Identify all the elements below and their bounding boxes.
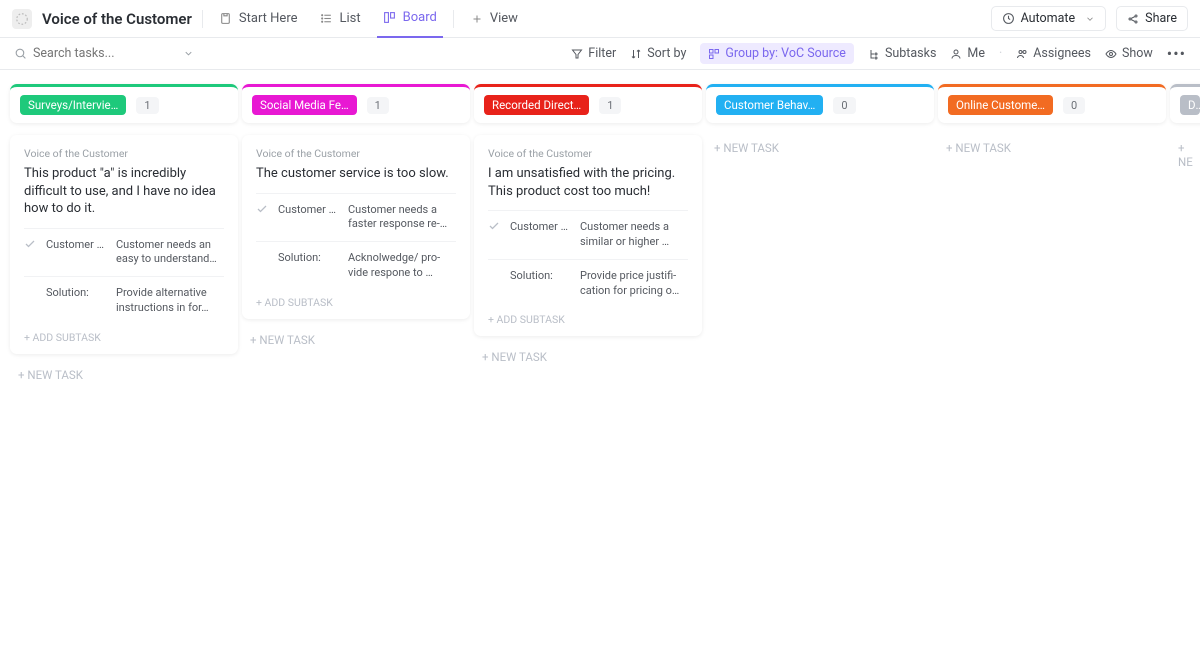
divider (202, 10, 203, 28)
column-count: 0 (1063, 97, 1085, 114)
subtask-value: Provide price justifi-cation for pricing… (580, 269, 688, 299)
subtask-label: Solution: (510, 269, 572, 282)
subtask-value: Customer needs an easy to understand… (116, 238, 224, 268)
subtask-row[interactable]: Solution: Provide alternative instruction… (24, 276, 224, 325)
card-breadcrumb: Voice of the Customer (488, 147, 688, 160)
new-task-button[interactable]: + NE (1170, 123, 1200, 183)
check-icon[interactable] (24, 238, 38, 250)
add-subtask-button[interactable]: + ADD SUBTASK (24, 325, 224, 348)
subtask-label: Customer … (278, 203, 340, 216)
share-label: Share (1145, 11, 1177, 26)
tab-label: Board (403, 10, 437, 25)
divider (453, 10, 454, 28)
check-icon[interactable] (256, 203, 270, 215)
filter-button[interactable]: Filter (571, 46, 616, 61)
subtask-value: Provide alternative instructions in for… (116, 286, 224, 316)
subtask-row[interactable]: Customer … Customer needs a similar or hi… (488, 210, 688, 259)
assignees-button[interactable]: Assignees (1016, 46, 1091, 61)
check-icon[interactable] (488, 220, 502, 232)
card-title: I am unsatisfied with the pricing. This … (488, 165, 688, 200)
column-status-tag[interactable]: Recorded Direct… (484, 95, 589, 115)
column-status-tag[interactable]: Online Custome… (948, 95, 1053, 115)
new-task-button[interactable]: + NEW TASK (938, 123, 1166, 169)
task-card[interactable]: Voice of the Customer The customer servic… (242, 135, 470, 319)
board-icon (383, 11, 397, 25)
tab-start-here[interactable]: Start Here (213, 0, 304, 38)
filter-icon (571, 48, 583, 60)
subtask-row[interactable]: Solution: Acknolwedge/ pro-vide respone t… (256, 241, 456, 290)
column-header[interactable]: Dir (1170, 84, 1200, 123)
user-icon (950, 48, 962, 60)
automate-button[interactable]: Automate (991, 6, 1107, 31)
subtasks-button[interactable]: Subtasks (868, 46, 936, 61)
group-by-button[interactable]: Group by: VoC Source (700, 43, 854, 64)
subtask-value: Customer needs a similar or higher … (580, 220, 688, 250)
column-header[interactable]: Recorded Direct… 1 (474, 84, 702, 123)
plus-icon (470, 12, 484, 26)
users-icon (1016, 48, 1028, 60)
card-breadcrumb: Voice of the Customer (256, 147, 456, 160)
chevron-down-icon (1085, 14, 1095, 24)
tab-label: List (340, 11, 361, 26)
page-title: Voice of the Customer (42, 10, 192, 28)
board-container: Surveys/Intervie… 1 Voice of the Customer T… (0, 70, 1200, 396)
list-icon (320, 12, 334, 26)
sort-icon (630, 48, 642, 60)
subtask-label: Solution: (278, 251, 340, 264)
task-card[interactable]: Voice of the Customer I am unsatisfied wi… (474, 135, 702, 336)
tab-add-view[interactable]: View (464, 0, 524, 38)
column-count: 0 (833, 97, 855, 114)
column-status-tag[interactable]: Social Media Fe… (252, 95, 357, 115)
subtask-row[interactable]: Solution: Provide price justifi-cation fo… (488, 259, 688, 308)
subtask-label: Customer … (46, 238, 108, 251)
tab-board[interactable]: Board (377, 0, 443, 38)
me-button[interactable]: Me (950, 46, 985, 61)
column-header[interactable]: Social Media Fe… 1 (242, 84, 470, 123)
new-task-button[interactable]: + NEW TASK (706, 123, 934, 169)
column-header[interactable]: Online Custome… 0 (938, 84, 1166, 123)
show-button[interactable]: Show (1105, 46, 1153, 61)
subtask-row[interactable]: Customer … Customer needs an easy to unde… (24, 228, 224, 277)
tab-label: View (490, 11, 518, 26)
tab-label: Start Here (239, 11, 298, 26)
subtask-value: Acknolwedge/ pro-vide respone to … (348, 251, 456, 281)
search-container (14, 46, 194, 61)
doc-icon (219, 12, 233, 26)
card-breadcrumb: Voice of the Customer (24, 147, 224, 160)
share-button[interactable]: Share (1116, 6, 1188, 31)
add-subtask-button[interactable]: + ADD SUBTASK (256, 290, 456, 313)
automate-label: Automate (1021, 11, 1076, 26)
workspace-logo[interactable] (12, 9, 32, 29)
column-count: 1 (599, 97, 621, 114)
group-icon (708, 48, 720, 60)
sort-button[interactable]: Sort by (630, 46, 686, 61)
subtask-label: Solution: (46, 286, 108, 299)
eye-icon (1105, 48, 1117, 60)
subtask-row[interactable]: Customer … Customer needs a faster respon… (256, 193, 456, 242)
tab-list[interactable]: List (314, 0, 367, 38)
task-card[interactable]: Voice of the Customer This product "a" is… (10, 135, 238, 354)
more-options-button[interactable]: ••• (1167, 44, 1186, 63)
column-count: 1 (136, 97, 158, 114)
share-icon (1127, 13, 1139, 25)
subtasks-icon (868, 48, 880, 60)
column-status-tag[interactable]: Dir (1180, 95, 1200, 115)
new-task-button[interactable]: + NEW TASK (474, 336, 702, 378)
subtask-value: Customer needs a faster response re-… (348, 203, 456, 233)
column-count: 1 (367, 97, 389, 114)
column-header[interactable]: Surveys/Intervie… 1 (10, 84, 238, 123)
card-title: The customer service is too slow. (256, 165, 456, 183)
search-input[interactable] (33, 46, 163, 61)
card-title: This product "a" is incredibly difficult… (24, 165, 224, 218)
subtask-label: Customer … (510, 220, 572, 233)
search-icon (14, 47, 27, 60)
chevron-down-icon[interactable] (183, 48, 194, 59)
column-status-tag[interactable]: Customer Behav… (716, 95, 823, 115)
new-task-button[interactable]: + NEW TASK (242, 319, 470, 361)
new-task-button[interactable]: + NEW TASK (10, 354, 238, 396)
add-subtask-button[interactable]: + ADD SUBTASK (488, 307, 688, 330)
column-status-tag[interactable]: Surveys/Intervie… (20, 95, 126, 115)
automate-icon (1002, 12, 1015, 25)
column-header[interactable]: Customer Behav… 0 (706, 84, 934, 123)
